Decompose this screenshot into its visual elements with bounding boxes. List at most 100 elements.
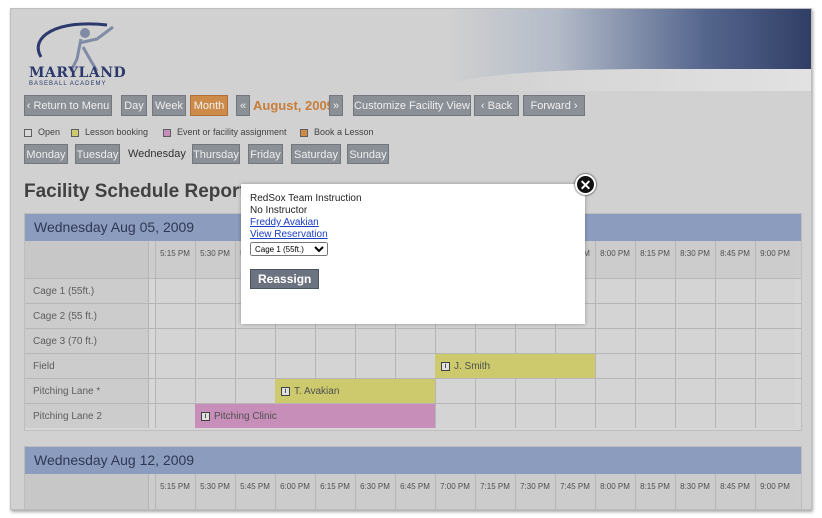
- schedule-slot[interactable]: [195, 379, 235, 403]
- schedule-slot[interactable]: [435, 329, 475, 353]
- schedule-slot[interactable]: [155, 404, 195, 428]
- schedule-slot[interactable]: [715, 304, 755, 328]
- schedule-slot[interactable]: [675, 329, 715, 353]
- schedule-slot[interactable]: [275, 329, 315, 353]
- popup-title: RedSox Team Instruction: [250, 193, 362, 204]
- week-view-button[interactable]: Week: [152, 95, 186, 116]
- info-icon[interactable]: i: [201, 411, 210, 421]
- reassign-button[interactable]: Reassign: [250, 269, 320, 289]
- schedule-slot[interactable]: [755, 354, 795, 378]
- schedule-slot[interactable]: [315, 329, 355, 353]
- return-to-menu-button[interactable]: ‹ Return to Menu: [24, 95, 112, 116]
- booking-block[interactable]: i Pitching Clinic: [195, 404, 435, 428]
- schedule-slot[interactable]: [635, 404, 675, 428]
- schedule-slot[interactable]: [675, 404, 715, 428]
- schedule-slot[interactable]: [635, 304, 675, 328]
- view-reservation-link[interactable]: View Reservation: [250, 229, 328, 240]
- person-link[interactable]: Freddy Avakian: [250, 217, 319, 228]
- schedule-slot[interactable]: [195, 279, 235, 303]
- previous-month-button[interactable]: «: [236, 95, 250, 116]
- time-header-cell: [435, 474, 475, 509]
- schedule-slot[interactable]: [475, 404, 515, 428]
- schedule-slot[interactable]: [555, 379, 595, 403]
- schedule-slot[interactable]: [235, 379, 275, 403]
- schedule-slot[interactable]: [155, 304, 195, 328]
- schedule-slot[interactable]: [475, 329, 515, 353]
- schedule-slot[interactable]: [595, 329, 635, 353]
- schedule-slot[interactable]: [595, 279, 635, 303]
- schedule-slot[interactable]: [635, 279, 675, 303]
- schedule-slot[interactable]: [715, 279, 755, 303]
- back-button[interactable]: ‹ Back: [474, 95, 519, 116]
- schedule-slot[interactable]: [595, 304, 635, 328]
- schedule-slot[interactable]: [235, 329, 275, 353]
- facility-select[interactable]: Cage 1 (55ft.): [250, 242, 328, 256]
- schedule-slot[interactable]: [635, 354, 675, 378]
- schedule-slot[interactable]: [515, 329, 555, 353]
- schedule-slot[interactable]: [715, 379, 755, 403]
- time-header-row: 5:15 PM 5:30 PM 5:45 PM 6:00 PM 6:15 PM 6:30 …: [25, 474, 801, 509]
- schedule-slot[interactable]: [755, 379, 795, 403]
- day-tab-saturday[interactable]: Saturday: [291, 144, 341, 164]
- schedule-slot[interactable]: [155, 379, 195, 403]
- forward-button[interactable]: Forward ›: [523, 95, 585, 116]
- schedule-slot[interactable]: [355, 329, 395, 353]
- time-header-cell: [675, 474, 715, 509]
- booking-block[interactable]: i J. Smith: [435, 354, 595, 378]
- schedule-slot[interactable]: [675, 354, 715, 378]
- schedule-slot[interactable]: [595, 379, 635, 403]
- schedule-slot[interactable]: [595, 404, 635, 428]
- schedule-slot[interactable]: [715, 329, 755, 353]
- day-view-button[interactable]: Day: [121, 95, 147, 116]
- info-icon[interactable]: i: [281, 386, 290, 396]
- month-view-button[interactable]: Month: [190, 95, 228, 116]
- schedule-slot[interactable]: [155, 279, 195, 303]
- schedule-slot[interactable]: [195, 329, 235, 353]
- schedule-slot[interactable]: [395, 354, 435, 378]
- day-tab-tuesday[interactable]: Tuesday: [75, 144, 120, 164]
- schedule-slot[interactable]: [515, 404, 555, 428]
- schedule-slot[interactable]: [195, 304, 235, 328]
- schedule-slot[interactable]: [715, 404, 755, 428]
- close-icon[interactable]: ✕: [575, 174, 596, 195]
- day-tab-wednesday[interactable]: Wednesday: [128, 144, 188, 164]
- schedule-slot[interactable]: [635, 329, 675, 353]
- schedule-slot[interactable]: [155, 329, 195, 353]
- schedule-slot[interactable]: [395, 329, 435, 353]
- schedule-slot[interactable]: [435, 404, 475, 428]
- day-tab-thursday[interactable]: Thursday: [192, 144, 240, 164]
- day-tab-monday[interactable]: Monday: [24, 144, 68, 164]
- legend-label: Book a Lesson: [314, 127, 374, 137]
- legend-label: Open: [38, 127, 61, 137]
- day-tab-friday[interactable]: Friday: [248, 144, 283, 164]
- schedule-slot[interactable]: [235, 354, 275, 378]
- schedule-slot[interactable]: [355, 354, 395, 378]
- schedule-slot[interactable]: [275, 354, 315, 378]
- schedule-slot[interactable]: [675, 379, 715, 403]
- booking-block[interactable]: i T. Avakian: [275, 379, 435, 403]
- schedule-slot[interactable]: [435, 379, 475, 403]
- legend-label: Lesson booking: [85, 127, 149, 137]
- schedule-slot[interactable]: [755, 304, 795, 328]
- schedule-slot[interactable]: [555, 404, 595, 428]
- schedule-slot[interactable]: [675, 304, 715, 328]
- schedule-slot[interactable]: [475, 379, 515, 403]
- next-month-button[interactable]: »: [329, 95, 343, 116]
- schedule-slot[interactable]: [315, 354, 355, 378]
- schedule-slot[interactable]: [675, 279, 715, 303]
- time-header-cell: [155, 241, 195, 278]
- time-label: 5:15 PM: [160, 482, 190, 491]
- customize-facility-view-button[interactable]: Customize Facility View: [353, 95, 471, 116]
- schedule-slot[interactable]: [195, 354, 235, 378]
- schedule-slot[interactable]: [155, 354, 195, 378]
- schedule-slot[interactable]: [755, 404, 795, 428]
- day-tab-sunday[interactable]: Sunday: [347, 144, 389, 164]
- schedule-slot[interactable]: [635, 379, 675, 403]
- schedule-slot[interactable]: [755, 279, 795, 303]
- schedule-slot[interactable]: [555, 329, 595, 353]
- schedule-slot[interactable]: [515, 379, 555, 403]
- info-icon[interactable]: i: [441, 361, 450, 371]
- schedule-slot[interactable]: [715, 354, 755, 378]
- schedule-slot[interactable]: [755, 329, 795, 353]
- schedule-slot[interactable]: [595, 354, 635, 378]
